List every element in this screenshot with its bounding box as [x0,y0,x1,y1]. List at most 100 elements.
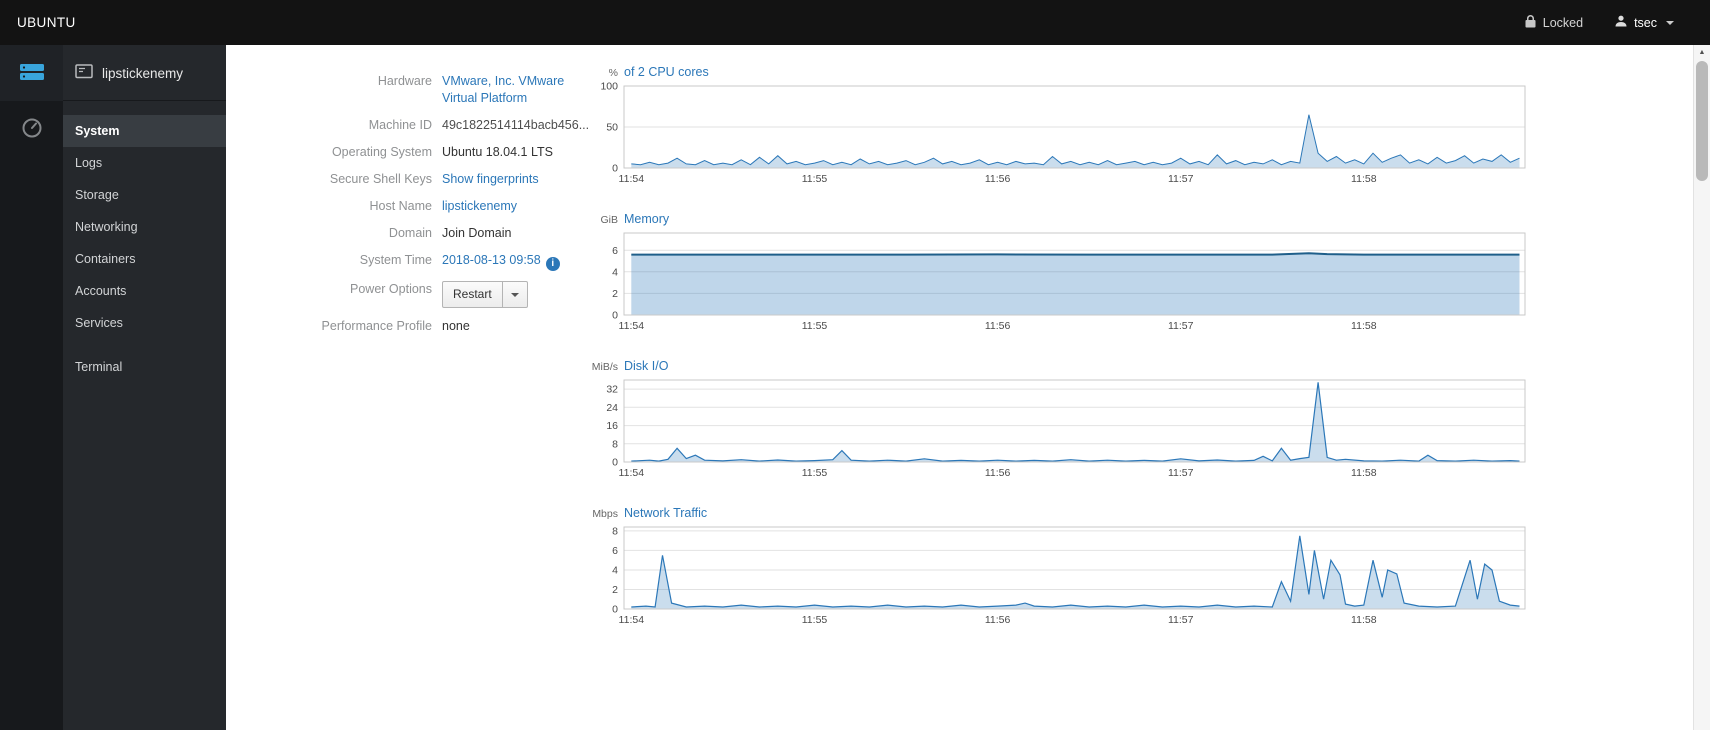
restart-button[interactable]: Restart [443,282,503,307]
sidebar-item-label: System [75,124,120,138]
host-icon [75,64,93,82]
sidebar-item-containers[interactable]: Containers [63,243,226,275]
server-tab[interactable] [0,45,63,101]
user-icon [1615,15,1627,30]
svg-text:0: 0 [612,604,618,616]
scrollbar-thumb[interactable] [1696,61,1708,181]
info-row-operating-system: Operating System Ubuntu 18.04.1 LTS [300,144,584,161]
dashboard-tab[interactable] [0,101,63,157]
brand-title: UBUNTU [17,15,76,30]
sidebar-item-networking[interactable]: Networking [63,211,226,243]
sidebar-item-label: Services [75,316,123,330]
svg-text:11:56: 11:56 [985,173,1011,185]
sidebar-item-accounts[interactable]: Accounts [63,275,226,307]
info-label: Host Name [369,199,432,213]
hardware-link[interactable]: VMware, Inc. VMware Virtual Platform [442,73,584,107]
scrollbar[interactable]: ▲ [1693,45,1710,730]
svg-text:50: 50 [606,122,618,134]
topbar-right: Locked tsec [1505,0,1710,45]
scroll-up-arrow[interactable]: ▲ [1694,45,1710,60]
svg-text:11:57: 11:57 [1168,173,1194,185]
sidebar-item-label: Containers [75,252,136,266]
svg-text:11:55: 11:55 [802,467,828,479]
gauge-icon [21,117,43,142]
svg-text:32: 32 [606,384,618,396]
sidebar-item-services[interactable]: Services [63,307,226,339]
disk-io-chart: MiB/s Disk I/O 0 8 16 24 32 11:54 11:55 11:56 11… [584,359,1534,480]
charts-panel: % of 2 CPU cores 0 50 100 11:54 11:55 11:56 11… [584,65,1534,730]
sidebar-item-storage[interactable]: Storage [63,179,226,211]
sidebar-item-label: Terminal [75,360,123,374]
system-time-link[interactable]: 2018-08-13 09:58 [442,253,541,267]
chevron-down-icon [1666,20,1674,25]
info-label: Secure Shell Keys [329,172,432,186]
info-label: Power Options [350,282,432,296]
disk-io-chart-title-link[interactable]: Disk I/O [624,359,668,373]
svg-text:2: 2 [612,288,618,300]
cpu-chart: % of 2 CPU cores 0 50 100 11:54 11:55 11:56 11… [584,65,1534,186]
server-icon [19,62,45,85]
sidebar-item-system[interactable]: System [63,115,226,147]
sidebar-item-label: Accounts [75,284,127,298]
join-domain-action[interactable]: Join Domain [442,225,511,242]
svg-text:11:57: 11:57 [1168,614,1194,626]
chart-header: Mbps Network Traffic [584,506,1534,520]
locked-indicator[interactable]: Locked [1505,14,1603,31]
svg-text:11:56: 11:56 [985,320,1011,332]
svg-text:8: 8 [612,525,618,537]
svg-text:11:54: 11:54 [619,467,645,479]
svg-text:11:54: 11:54 [619,614,645,626]
sidebar-item-terminal[interactable]: Terminal [63,351,226,383]
info-row-system-time: System Time 2018-08-13 09:58 i [300,252,584,271]
os-value: Ubuntu 18.04.1 LTS [442,145,553,159]
disk-io-chart-plot: 0 8 16 24 32 11:54 11:55 11:56 11:57 11:58 [606,379,1526,479]
info-row-power-options: Power Options Restart [300,281,584,308]
svg-text:11:58: 11:58 [1351,173,1377,185]
svg-text:11:58: 11:58 [1351,467,1377,479]
svg-text:0: 0 [612,163,618,175]
sidebar-nav: System Logs Storage Networking Container… [63,101,226,383]
svg-text:6: 6 [612,245,618,257]
svg-text:0: 0 [612,457,618,469]
machine-id-value: 49c1822514114bacb456... [442,118,590,132]
info-row-domain: Domain Join Domain [300,225,584,242]
app-layout: lipstickenemy System Logs Storage Networ… [0,45,1710,730]
info-label: Operating System [331,145,432,159]
show-fingerprints-link[interactable]: Show fingerprints [442,172,539,186]
info-icon[interactable]: i [545,257,560,271]
info-label: System Time [359,253,432,267]
host-name-link[interactable]: lipstickenemy [442,199,517,213]
host-header[interactable]: lipstickenemy [63,45,226,101]
svg-text:11:54: 11:54 [619,320,645,332]
sidebar: lipstickenemy System Logs Storage Networ… [63,45,226,730]
chart-unit: Mbps [592,508,618,520]
chart-unit: GiB [600,214,618,226]
info-label: Performance Profile [321,319,432,333]
svg-text:11:54: 11:54 [619,173,645,185]
network-traffic-chart-title-link[interactable]: Network Traffic [624,506,707,520]
app-topbar: UBUNTU Locked tsec [0,0,1710,45]
network-traffic-chart: Mbps Network Traffic 0 2 4 6 8 11:54 11:55 11:5… [584,506,1534,627]
sidebar-item-label: Networking [75,220,138,234]
user-menu[interactable]: tsec [1603,0,1686,45]
svg-text:0: 0 [612,310,618,322]
svg-text:11:55: 11:55 [802,320,828,332]
lock-icon [1525,14,1536,31]
sidebar-item-logs[interactable]: Logs [63,147,226,179]
info-row-hardware: Hardware VMware, Inc. VMware Virtual Pla… [300,73,584,107]
info-row-host-name: Host Name lipstickenemy [300,198,584,215]
svg-text:4: 4 [612,565,618,577]
host-name: lipstickenemy [102,65,184,81]
user-label: tsec [1634,15,1657,30]
locked-label: Locked [1542,15,1584,30]
svg-text:16: 16 [606,420,618,432]
cpu-chart-title-link[interactable]: of 2 CPU cores [624,65,709,79]
info-row-ssh-keys: Secure Shell Keys Show fingerprints [300,171,584,188]
restart-dropdown-toggle[interactable] [503,282,527,307]
sidebar-item-label: Storage [75,188,119,202]
memory-chart-title-link[interactable]: Memory [624,212,669,226]
svg-text:11:56: 11:56 [985,467,1011,479]
svg-text:11:56: 11:56 [985,614,1011,626]
svg-text:8: 8 [612,438,618,450]
restart-split-button[interactable]: Restart [442,281,528,308]
